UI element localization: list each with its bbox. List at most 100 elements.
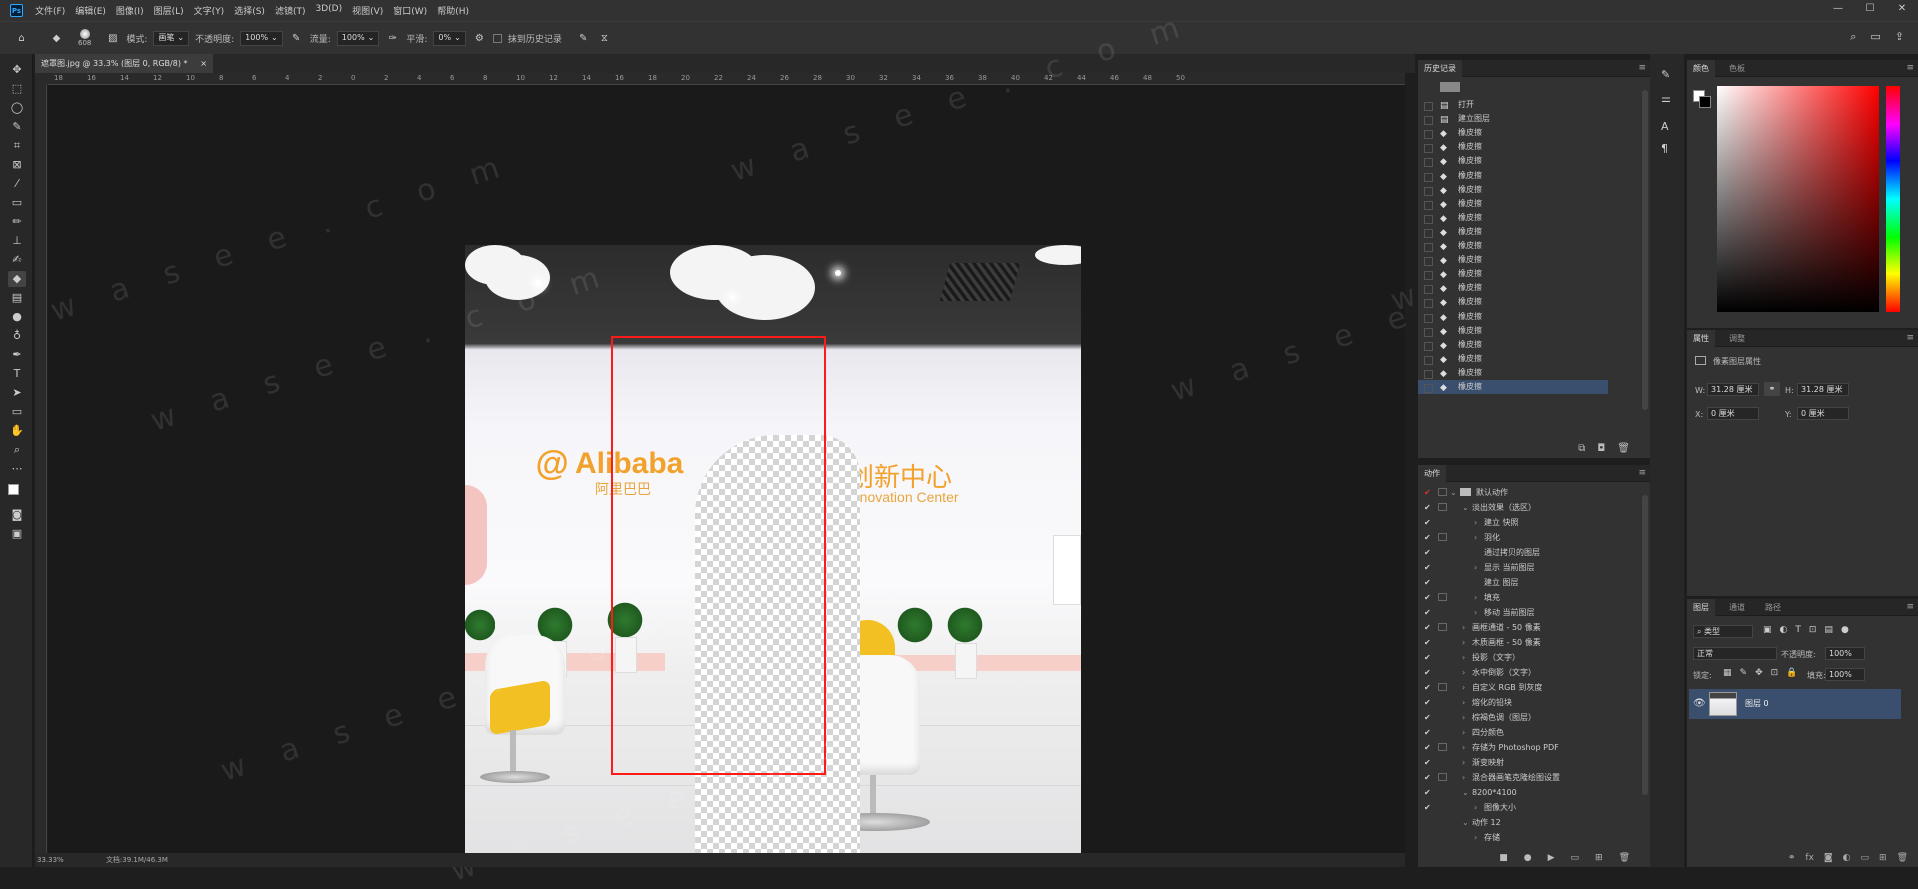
history-item[interactable]: ◆ 橡皮擦 bbox=[1418, 352, 1608, 366]
record-icon[interactable]: ● bbox=[1524, 853, 1532, 863]
search-icon[interactable]: ⌕ bbox=[1850, 30, 1856, 44]
height-input[interactable]: 31.28 厘米 bbox=[1797, 383, 1849, 396]
history-item[interactable]: ◆ 橡皮擦 bbox=[1418, 183, 1608, 197]
history-item[interactable]: ▤ 打开 bbox=[1418, 98, 1608, 112]
expand-arrow-icon[interactable]: › bbox=[1474, 515, 1477, 530]
new-set-icon[interactable]: ▭ bbox=[1571, 853, 1580, 863]
expand-arrow-icon[interactable]: › bbox=[1474, 605, 1477, 620]
pixel-filter-icon[interactable]: ▣ bbox=[1763, 625, 1772, 635]
camera-icon[interactable]: ◘ bbox=[1597, 443, 1605, 454]
menu-item[interactable]: 编辑(E) bbox=[75, 4, 106, 17]
action-item[interactable]: ✔ › 熔化的铅块 bbox=[1418, 695, 1638, 710]
expand-arrow-icon[interactable]: › bbox=[1474, 830, 1477, 845]
smooth-input[interactable]: 0% ⌄ bbox=[433, 30, 466, 46]
tab-color[interactable]: 颜色 bbox=[1687, 60, 1715, 77]
dialog-toggle-icon[interactable] bbox=[1438, 593, 1447, 601]
history-item[interactable]: ◆ 橡皮擦 bbox=[1418, 253, 1608, 267]
history-source-checkbox[interactable] bbox=[1424, 243, 1433, 252]
history-item[interactable]: ◆ 橡皮擦 bbox=[1418, 169, 1608, 183]
fill-input[interactable]: 100% bbox=[1825, 668, 1865, 681]
new-layer-icon[interactable]: ⊞ bbox=[1879, 853, 1887, 863]
dodge-tool-icon[interactable]: ♁ bbox=[8, 328, 26, 344]
menu-item[interactable]: 选择(S) bbox=[234, 4, 265, 17]
dialog-toggle-icon[interactable] bbox=[1438, 623, 1447, 631]
expand-arrow-icon[interactable]: › bbox=[1462, 755, 1465, 770]
hue-slider[interactable] bbox=[1886, 86, 1900, 312]
history-item[interactable]: ◆ 橡皮擦 bbox=[1418, 154, 1608, 168]
layer-name[interactable]: 图层 0 bbox=[1745, 698, 1769, 709]
layer-filter-select[interactable]: ⌕ 类型 bbox=[1693, 625, 1753, 638]
gradient-tool-icon[interactable]: ▤ bbox=[8, 290, 26, 306]
action-toggle-icon[interactable]: ✔ bbox=[1424, 740, 1431, 755]
expand-arrow-icon[interactable]: › bbox=[1462, 725, 1465, 740]
play-icon[interactable]: ▶ bbox=[1548, 853, 1555, 863]
menu-item[interactable]: 文件(F) bbox=[35, 4, 65, 17]
lock-pixels-icon[interactable]: ✎ bbox=[1740, 668, 1748, 678]
layer-row[interactable]: 👁 图层 0 bbox=[1689, 689, 1901, 719]
menu-item[interactable]: 图层(L) bbox=[154, 4, 184, 17]
dialog-toggle-icon[interactable] bbox=[1438, 683, 1447, 691]
action-toggle-icon[interactable]: ✔ bbox=[1424, 680, 1431, 695]
shape-filter-icon[interactable]: ⊡ bbox=[1809, 625, 1817, 635]
width-input[interactable]: 31.28 厘米 bbox=[1707, 383, 1759, 396]
zoom-tool-icon[interactable]: ⌕ bbox=[8, 442, 26, 458]
history-item[interactable]: ◆ 橡皮擦 bbox=[1418, 197, 1608, 211]
brush-tool-icon[interactable]: ✏ bbox=[8, 214, 26, 230]
adjustment-layer-icon[interactable]: ◐ bbox=[1843, 853, 1851, 863]
panel-menu-icon[interactable]: ≡ bbox=[1638, 63, 1646, 73]
pen-tool-icon[interactable]: ✒ bbox=[8, 347, 26, 363]
maximize-button[interactable]: ☐ bbox=[1854, 0, 1886, 21]
lock-all-icon[interactable]: 🔒 bbox=[1786, 668, 1797, 678]
history-item[interactable]: ◆ 橡皮擦 bbox=[1418, 295, 1608, 309]
expand-arrow-icon[interactable]: ⌄ bbox=[1462, 785, 1469, 800]
action-item[interactable]: ✔ › 渐变映射 bbox=[1418, 755, 1638, 770]
action-toggle-icon[interactable]: ✔ bbox=[1424, 575, 1431, 590]
action-item[interactable]: ✔ › 混合器画笔克隆绘图设置 bbox=[1418, 770, 1638, 785]
panel-menu-icon[interactable]: ≡ bbox=[1638, 468, 1646, 478]
history-item[interactable]: ◆ 橡皮擦 bbox=[1418, 338, 1608, 352]
action-item[interactable]: ✔ › 棕褐色调（图层） bbox=[1418, 710, 1638, 725]
background-color-swatch[interactable] bbox=[1699, 96, 1711, 108]
action-item[interactable]: ✔ › 移动 当前图层 bbox=[1418, 605, 1638, 620]
history-source-checkbox[interactable] bbox=[1424, 327, 1433, 337]
stamp-tool-icon[interactable]: ⊥ bbox=[8, 233, 26, 249]
dialog-toggle-icon[interactable] bbox=[1438, 533, 1447, 541]
brush-settings-icon[interactable]: ▨ bbox=[105, 31, 120, 46]
expand-arrow-icon[interactable]: ⌄ bbox=[1462, 500, 1469, 515]
action-item[interactable]: ✔ ⌄ 淡出效果（选区） bbox=[1418, 500, 1638, 515]
tab-actions[interactable]: 动作 bbox=[1418, 465, 1446, 482]
pressure-opacity-icon[interactable]: ✎ bbox=[289, 31, 304, 46]
lock-transparency-icon[interactable]: ▦ bbox=[1723, 668, 1732, 678]
action-item[interactable]: ✔ 建立 图层 bbox=[1418, 575, 1638, 590]
expand-arrow-icon[interactable]: › bbox=[1462, 710, 1465, 725]
pressure-size-icon[interactable]: ✎ bbox=[576, 31, 591, 46]
menu-item[interactable]: 文字(Y) bbox=[194, 4, 225, 17]
action-item[interactable]: ✔ › 显示 当前图层 bbox=[1418, 560, 1638, 575]
expand-arrow-icon[interactable]: ⌄ bbox=[1462, 815, 1469, 830]
frame-tool-icon[interactable]: ⊠ bbox=[8, 157, 26, 173]
action-item[interactable]: › 存储 bbox=[1418, 830, 1638, 845]
trash-icon[interactable]: 🗑 bbox=[1617, 443, 1630, 454]
dialog-toggle-icon[interactable] bbox=[1438, 773, 1447, 781]
scrollbar[interactable] bbox=[1642, 90, 1648, 410]
expand-arrow-icon[interactable]: › bbox=[1462, 680, 1465, 695]
history-source-checkbox[interactable] bbox=[1424, 172, 1433, 182]
action-toggle-icon[interactable]: ✔ bbox=[1424, 545, 1431, 560]
minimize-button[interactable]: — bbox=[1822, 0, 1854, 21]
close-button[interactable]: ✕ bbox=[1886, 0, 1918, 21]
history-item[interactable]: ◆ 橡皮擦 bbox=[1418, 126, 1608, 140]
airbrush-icon[interactable]: ✑ bbox=[385, 31, 400, 46]
tab-paths[interactable]: 路径 bbox=[1759, 599, 1787, 616]
share-icon[interactable]: ⇪ bbox=[1895, 30, 1904, 44]
flow-input[interactable]: 100% ⌄ bbox=[336, 30, 380, 46]
scrollbar[interactable] bbox=[1642, 495, 1648, 795]
history-source-checkbox[interactable] bbox=[1424, 102, 1433, 111]
paragraph-icon[interactable]: ¶ bbox=[1661, 142, 1668, 155]
menu-item[interactable]: 帮助(H) bbox=[437, 4, 469, 17]
expand-arrow-icon[interactable]: › bbox=[1474, 590, 1477, 605]
link-icon[interactable]: ⚭ bbox=[1764, 382, 1780, 396]
panel-menu-icon[interactable]: ≡ bbox=[1906, 333, 1914, 343]
trash-icon[interactable]: 🗑 bbox=[1619, 853, 1630, 863]
tab-swatches[interactable]: 色板 bbox=[1723, 60, 1751, 77]
history-item[interactable]: ◆ 橡皮擦 bbox=[1418, 366, 1608, 380]
